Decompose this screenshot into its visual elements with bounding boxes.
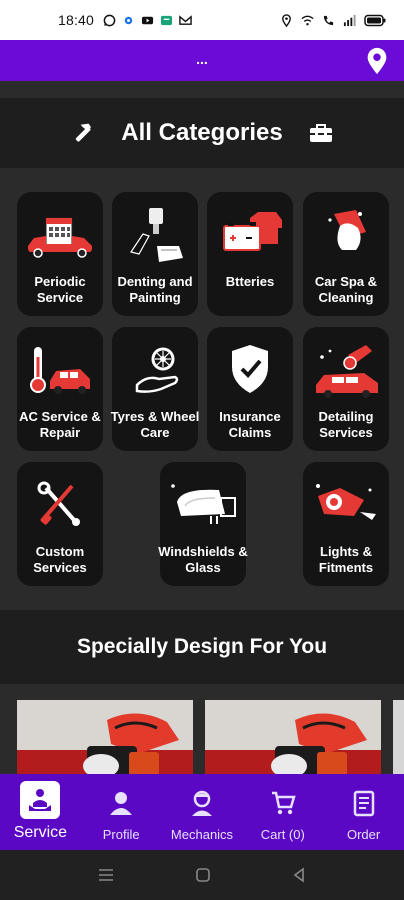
ac-thermometer-icon [30, 347, 90, 394]
category-card-detailing[interactable]: Detailing Services [303, 327, 389, 451]
status-bar: 18:40 [0, 0, 404, 40]
signal-icon [343, 14, 356, 26]
category-label: Windshields & Glass [158, 544, 248, 575]
nav-label: Service [13, 824, 68, 841]
car-polish-icon [316, 345, 378, 398]
nav-item-mechanics[interactable]: Mechanics [162, 774, 243, 850]
nav-item-order[interactable]: Order [323, 774, 404, 850]
category-label: Custom Services [33, 544, 87, 575]
category-label: Detailing Services [318, 409, 374, 440]
category-card-custom-services[interactable]: Custom Services [17, 462, 103, 586]
special-banner[interactable] [17, 700, 193, 774]
category-card-batteries[interactable]: Btteries [207, 192, 293, 316]
category-label: AC Service & Repair [19, 409, 101, 440]
battery-icon [223, 212, 282, 251]
tools-icon [37, 481, 80, 526]
recent-apps-icon[interactable] [97, 867, 115, 883]
category-card-lights[interactable]: Lights & Fitments [303, 462, 389, 586]
cart-icon [271, 791, 296, 815]
call-icon [323, 15, 334, 25]
bottom-navigation: Service Profile Mechanics Cart (0) Order [0, 774, 404, 850]
special-banner[interactable] [205, 700, 381, 774]
battery-icon [364, 14, 386, 26]
category-label: Tyres & Wheel Care [110, 409, 200, 440]
nav-item-service[interactable]: Service [0, 774, 81, 850]
nav-label: Order [346, 827, 381, 842]
order-icon [353, 790, 374, 817]
category-card-windshields[interactable]: Windshields & Glass [158, 462, 248, 586]
car-polishing-image [205, 700, 381, 774]
gmail-icon [179, 14, 192, 25]
location-icon [282, 13, 291, 27]
profile-icon [110, 792, 133, 815]
categories-header: All Categories [0, 98, 404, 168]
category-label: Periodic Service [34, 274, 86, 305]
youtube-icon [141, 16, 154, 24]
wifi-icon [301, 15, 314, 25]
car-polishing-image [17, 700, 193, 774]
shield-check-icon [232, 345, 268, 393]
system-navigation-bar [0, 850, 404, 900]
windshield-icon [171, 484, 236, 524]
back-icon[interactable] [291, 867, 307, 883]
special-section-header: Specially Design For You [0, 610, 404, 684]
category-card-insurance[interactable]: Insurance Claims [207, 327, 293, 451]
message-icon [160, 15, 173, 25]
category-label: Insurance Claims [219, 409, 281, 440]
whatsapp-icon [103, 14, 116, 26]
hammer-icon [76, 123, 92, 142]
category-label: Car Spa & Cleaning [314, 274, 378, 305]
home-icon[interactable] [195, 867, 211, 883]
toolbox-icon [309, 124, 332, 142]
category-label: Denting and Painting [117, 274, 193, 305]
spray-paint-icon [130, 208, 183, 262]
headlight-icon [316, 484, 376, 520]
top-bar-title: ... [196, 50, 208, 67]
category-card-ac-service[interactable]: AC Service & Repair [17, 327, 103, 451]
mechanic-icon [191, 790, 212, 816]
category-card-denting-painting[interactable]: Denting and Painting [112, 192, 198, 316]
categories-title: All Categories [121, 119, 283, 146]
nav-label: Profile [102, 827, 140, 842]
car-calendar-icon [28, 217, 92, 258]
nav-label: Cart (0) [260, 827, 305, 842]
special-carousel[interactable] [0, 684, 404, 774]
top-bar: ... [0, 40, 404, 81]
category-card-periodic-service[interactable]: Periodic Service [17, 192, 103, 316]
nav-label: Mechanics [170, 827, 234, 842]
nav-item-profile[interactable]: Profile [81, 774, 162, 850]
service-icon [29, 789, 52, 811]
nav-item-cart[interactable]: Cart (0) [242, 774, 323, 850]
categories-grid: Periodic Service Denting and Painting Bt… [0, 168, 404, 608]
tyre-hand-icon [135, 347, 179, 393]
car-wash-icon [328, 210, 366, 250]
category-label: Btteries [225, 274, 275, 289]
location-pin-button[interactable] [364, 47, 390, 75]
category-card-car-spa[interactable]: Car Spa & Cleaning [303, 192, 389, 316]
special-banner-partial[interactable] [393, 700, 404, 774]
status-time: 18:40 [58, 12, 95, 28]
settings-icon [124, 16, 133, 24]
category-card-tyres[interactable]: Tyres & Wheel Care [110, 327, 200, 451]
category-label: Lights & Fitments [318, 544, 374, 575]
special-section-title: Specially Design For You [76, 635, 328, 658]
